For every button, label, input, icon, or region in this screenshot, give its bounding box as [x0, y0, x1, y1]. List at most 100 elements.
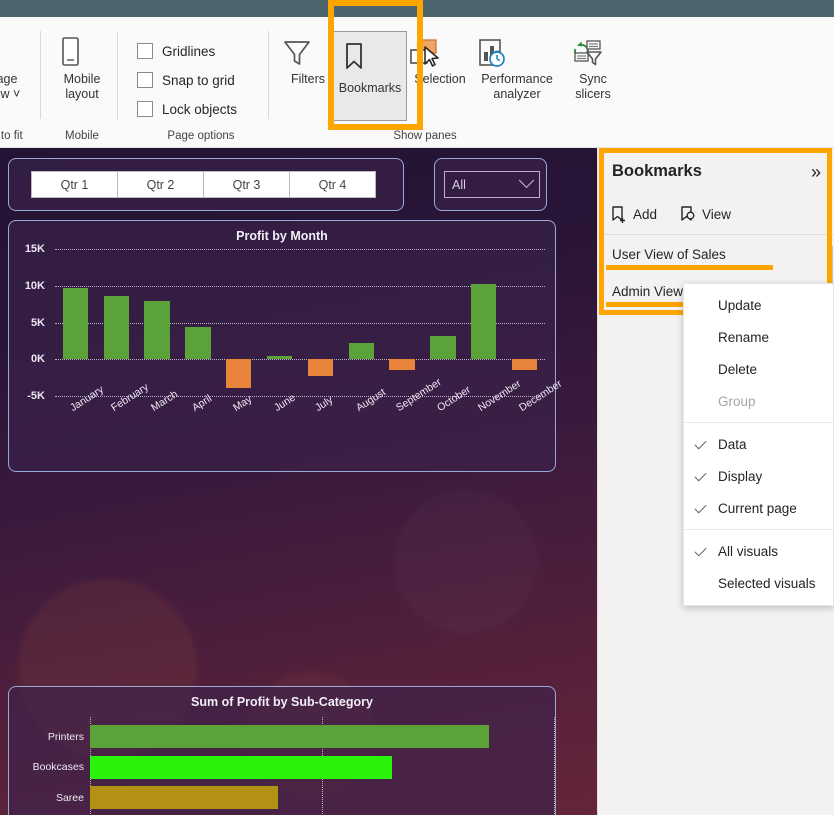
bar-category-label-saree: Saree: [55, 791, 84, 804]
bookmarks-pane-button[interactable]: Bookmarks: [333, 31, 407, 121]
column-bar-april[interactable]: [185, 326, 211, 360]
sync-slicers-button[interactable]: Sync slicers: [565, 37, 621, 102]
slicer-option-qtr-4[interactable]: Qtr 4: [289, 171, 376, 198]
context-menu-item-rename[interactable]: Rename: [684, 321, 833, 353]
column-bar-june[interactable]: [266, 356, 293, 360]
bookmarks-pane-actions: Add View: [598, 195, 834, 235]
checkbox-box-gridlines[interactable]: [137, 43, 153, 59]
view-bookmark-icon: [679, 205, 696, 224]
mobile-layout-icon: [50, 35, 114, 69]
context-menu-label: Current page: [718, 500, 797, 516]
x-axis-label-march: March: [149, 388, 181, 415]
context-menu-item-update[interactable]: Update: [684, 289, 833, 321]
checkbox-snap-to-grid[interactable]: Snap to grid: [137, 72, 235, 88]
ribbon-group-page-options: Gridlines Snap to grid Lock objects Page…: [127, 17, 275, 148]
mobile-layout-label-1: Mobile: [63, 72, 101, 86]
filters-pane-button[interactable]: Filters: [277, 37, 339, 87]
horizontal-bar-bookcases[interactable]: [90, 755, 392, 779]
page-view-label-2: ew ˅: [0, 87, 21, 101]
context-menu-item-display[interactable]: Display: [684, 460, 833, 492]
x-axis-label-june: June: [271, 391, 298, 415]
add-bookmark-button[interactable]: Add: [610, 205, 657, 224]
checkbox-lock-objects[interactable]: Lock objects: [137, 101, 237, 117]
context-menu-label: Delete: [718, 361, 758, 377]
horizontal-bar-printers[interactable]: [90, 725, 490, 748]
column-bar-may[interactable]: [226, 359, 252, 388]
checkmark-icon: [694, 437, 707, 450]
slicer-option-qtr-1[interactable]: Qtr 1: [31, 171, 118, 198]
filters-pane-label: Filters: [290, 72, 326, 86]
bar-category-label-printers: Printers: [47, 730, 84, 743]
view-bookmark-button[interactable]: View: [679, 205, 731, 224]
ribbon-group-caption-mobile: Mobile: [65, 130, 99, 142]
sync-slicers-label-1: Sync: [579, 72, 607, 86]
column-bar-november[interactable]: [471, 283, 497, 360]
column-bar-february[interactable]: [103, 296, 129, 360]
add-bookmark-label: Add: [633, 207, 658, 222]
slicer-option-qtr-2[interactable]: Qtr 2: [117, 171, 204, 198]
y-axis-tick-2: 5K: [30, 316, 45, 329]
y-axis-tick-3: 0K: [30, 353, 45, 366]
context-menu-item-data[interactable]: Data: [684, 428, 833, 460]
gridline-y-3: [55, 359, 545, 361]
y-axis-tick-1: 10K: [24, 279, 45, 292]
mobile-layout-button[interactable]: Mobile layout: [50, 35, 114, 102]
ribbon-group-mobile: Mobile layout Mobile: [50, 17, 114, 148]
checkbox-label-snap-to-grid: Snap to grid: [162, 72, 235, 88]
context-menu-item-all-visuals[interactable]: All visuals: [684, 535, 833, 567]
column-bar-december[interactable]: [511, 359, 538, 371]
ribbon-group-caption-page-options: Page options: [167, 130, 235, 142]
canvas-bottom-filler: [0, 815, 597, 830]
checkmark-icon: [694, 469, 707, 482]
column-bar-january[interactable]: [62, 287, 89, 360]
slicer-option-qtr-3[interactable]: Qtr 3: [203, 171, 290, 198]
all-dropdown-slicer[interactable]: All: [444, 171, 540, 198]
column-bar-march[interactable]: [144, 301, 170, 360]
x-axis-label-february: February: [108, 381, 151, 415]
plot-area-subcategory: PrintersBookcasesSareeAccessoriesTables0…: [9, 687, 557, 815]
context-menu-label: Group: [718, 393, 756, 409]
context-menu-item-selected-visuals[interactable]: Selected visuals: [684, 567, 833, 599]
selection-pane-button[interactable]: Selection: [404, 37, 476, 87]
quarter-slicer[interactable]: Qtr 1 Qtr 2 Qtr 3 Qtr 4: [31, 171, 376, 198]
x-axis-label-january: January: [67, 383, 106, 415]
ribbon-view-tab: age ew ˅ e to fit Mobile layout Mobile: [0, 17, 834, 148]
gridline-x-2: [554, 717, 555, 815]
ribbon-group-page-view: age ew ˅ e to fit: [0, 17, 50, 148]
plot-area-profit-by-month: 15K 10K 5K 0K -5K January February March April Ma…: [9, 221, 564, 473]
context-menu-item-delete[interactable]: Delete: [684, 353, 833, 385]
page-view-icon: [0, 35, 50, 69]
column-bar-september[interactable]: [389, 359, 415, 370]
funnel-icon: [277, 37, 339, 69]
all-dropdown-value: All: [452, 177, 466, 192]
context-menu-label: Rename: [718, 329, 770, 345]
double-chevron-right-icon[interactable]: »: [811, 163, 821, 181]
ribbon-group-caption-show-panes: Show panes: [393, 130, 457, 142]
bookmark-list-item-0[interactable]: User View of Sales: [598, 236, 834, 273]
horizontal-bar-saree[interactable]: [90, 786, 278, 809]
page-view-button[interactable]: age ew ˅: [0, 35, 50, 102]
chevron-down-icon[interactable]: [518, 172, 535, 189]
checkmark-icon: [694, 501, 707, 514]
checkmark-icon: [694, 544, 707, 557]
column-bar-august[interactable]: [348, 343, 374, 360]
performance-analyzer-label-1: Performance: [481, 72, 553, 86]
checkbox-gridlines[interactable]: Gridlines: [137, 43, 215, 59]
context-menu-item-current-page[interactable]: Current page: [684, 492, 833, 524]
y-axis-tick-0: 15K: [24, 243, 45, 255]
checkbox-box-lock-objects[interactable]: [137, 101, 153, 117]
ribbon-separator-1: [40, 31, 41, 119]
chart-profit-by-month[interactable]: Profit by Month 15K 10K 5K 0K -5K January Febr…: [8, 220, 564, 473]
context-menu-label: All visuals: [718, 543, 779, 559]
column-bar-july[interactable]: [307, 359, 334, 377]
column-bar-october[interactable]: [430, 336, 456, 360]
ribbon-separator-3: [268, 31, 269, 119]
context-menu-separator-3: [684, 422, 833, 423]
selection-icon: [404, 37, 476, 69]
chart-sum-of-profit-by-subcategory[interactable]: Sum of Profit by Sub-Category Printers Bo…: [8, 686, 556, 815]
checkbox-box-snap-to-grid[interactable]: [137, 72, 153, 88]
performance-analyzer-label-2: analyzer: [493, 87, 541, 101]
performance-analyzer-button[interactable]: Performance analyzer: [470, 37, 564, 102]
power-bi-window: age ew ˅ e to fit Mobile layout Mobile: [0, 0, 834, 830]
context-menu-label: Selected visuals: [718, 575, 816, 591]
